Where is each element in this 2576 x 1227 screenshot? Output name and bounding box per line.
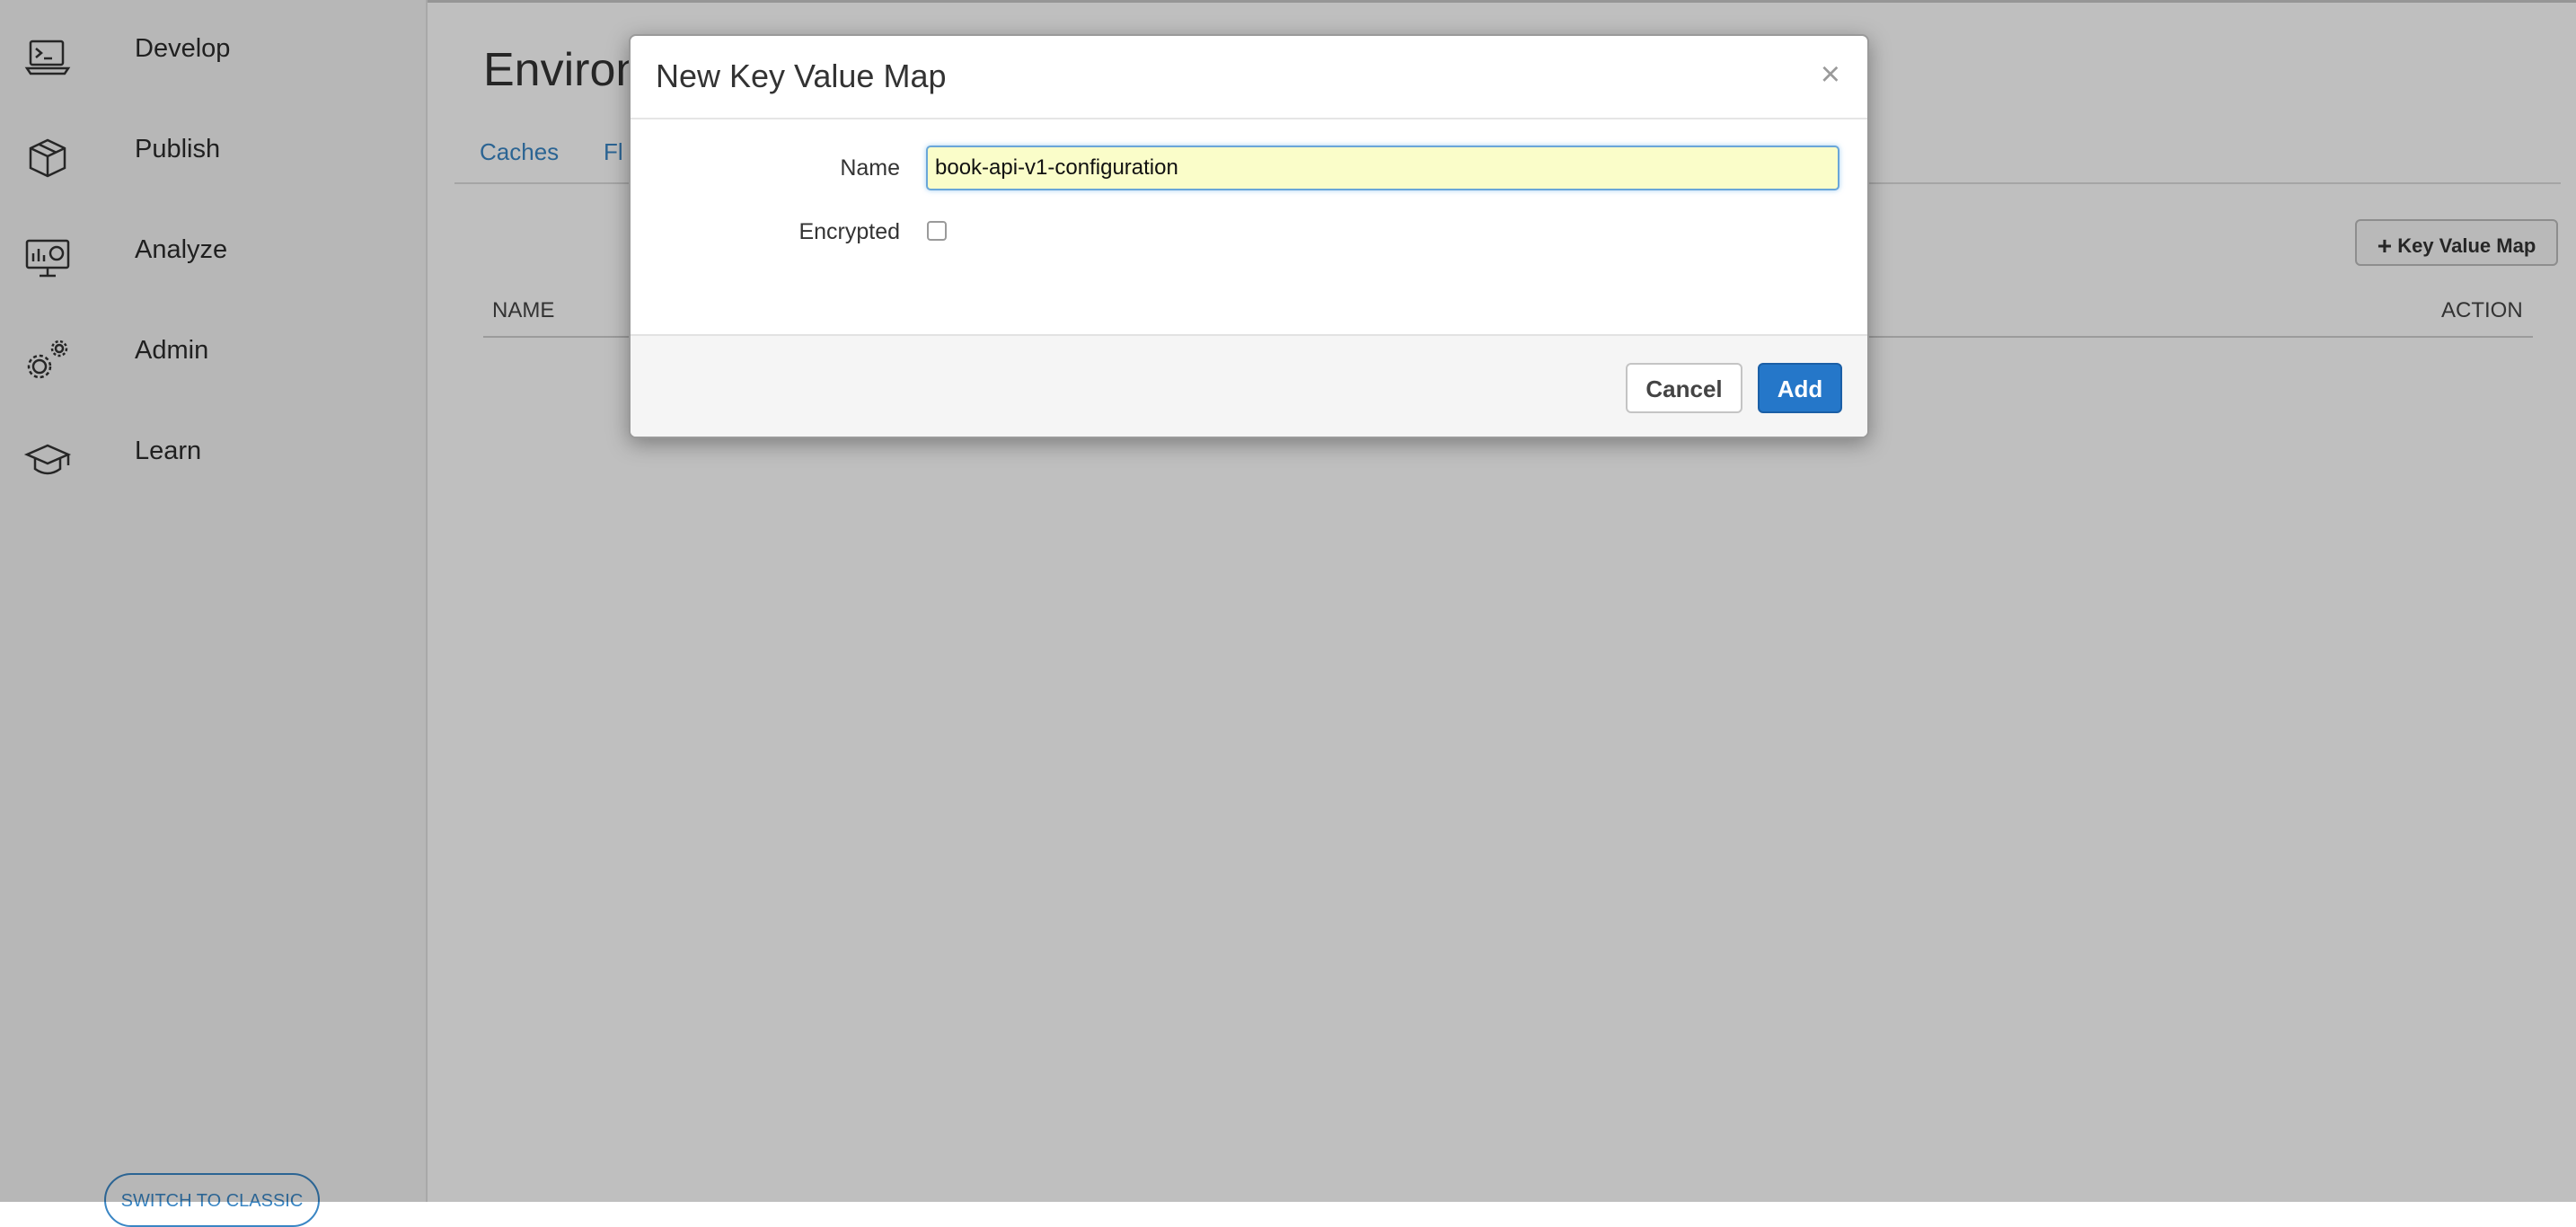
new-key-value-map-dialog: New Key Value Map × Name Encrypted Cance… [629, 34, 1869, 438]
dialog-header-divider [631, 118, 1867, 119]
name-input[interactable] [926, 146, 1839, 190]
cancel-button[interactable]: Cancel [1626, 363, 1742, 413]
close-icon[interactable]: × [1821, 56, 1840, 94]
add-button[interactable]: Add [1758, 363, 1842, 413]
name-label: Name [840, 155, 900, 181]
dialog-title: New Key Value Map [656, 57, 947, 94]
encrypted-checkbox[interactable] [927, 221, 947, 241]
encrypted-label: Encrypted [798, 219, 900, 244]
